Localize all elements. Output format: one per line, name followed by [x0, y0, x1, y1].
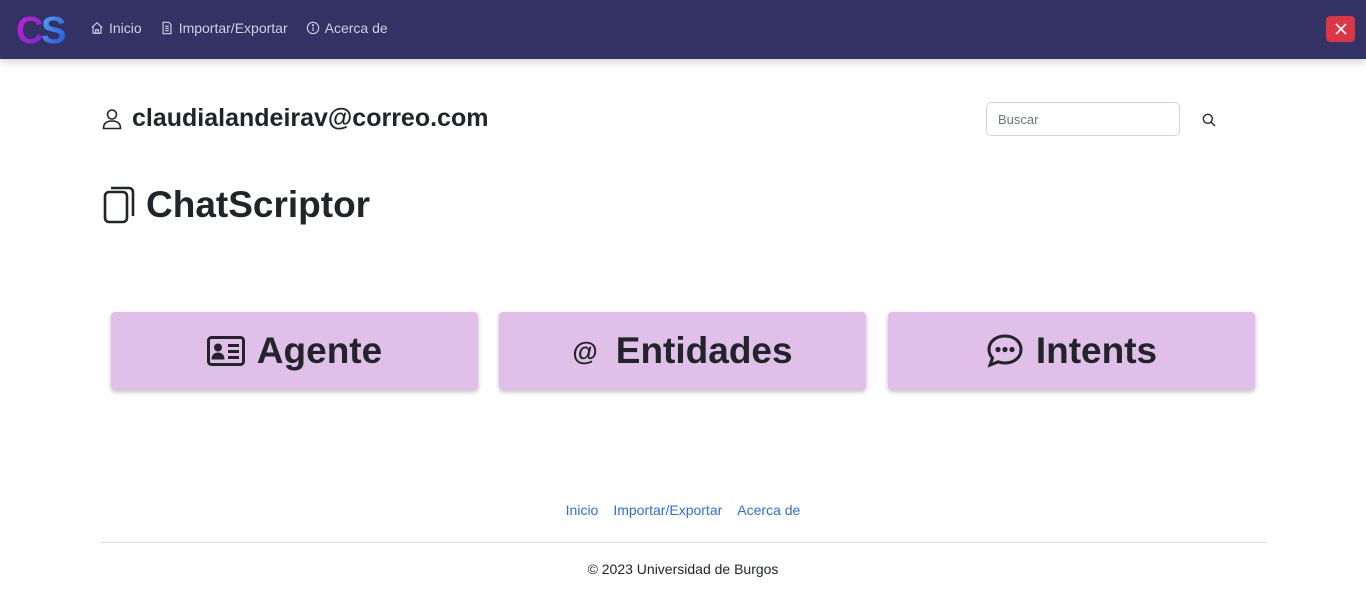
home-icon — [91, 21, 103, 34]
nav-link-importar-exportar[interactable]: Importar/Exportar — [160, 20, 288, 36]
logo-icon: C S — [16, 10, 66, 52]
footer-link-acerca-de[interactable]: Acerca de — [737, 502, 800, 518]
top-navbar: C S Inicio Importar/Exportar Acerca de — [0, 0, 1366, 59]
agente-card[interactable]: Agente — [111, 312, 478, 390]
nav-link-inicio[interactable]: Inicio — [90, 20, 142, 36]
copyright-text: © 2023 Universidad de Burgos — [587, 561, 779, 577]
user-email: claudialandeirav@correo.com — [132, 104, 489, 132]
intents-card[interactable]: Intents — [888, 312, 1255, 390]
info-icon — [306, 21, 319, 35]
card-label: Intents — [1035, 330, 1158, 371]
footer-nav: Inicio Importar/Exportar Acerca de — [0, 502, 1366, 518]
brand-header: ChatScriptor — [102, 184, 370, 226]
close-button[interactable] — [1326, 16, 1355, 42]
at-icon: @ — [572, 335, 598, 366]
entidades-card[interactable]: @ Entidades — [499, 312, 866, 390]
search-icon — [1202, 113, 1216, 127]
search-button[interactable] — [1199, 110, 1219, 130]
file-icon — [162, 21, 172, 35]
files-icon — [103, 186, 135, 224]
app-logo[interactable]: C S — [16, 10, 76, 52]
nav-link-label: Acerca de — [324, 20, 388, 36]
nav-link-label: Importar/Exportar — [178, 20, 288, 36]
chat-dots-icon — [987, 334, 1023, 368]
id-card-icon — [206, 336, 245, 366]
page-title: ChatScriptor — [146, 184, 371, 225]
svg-text:C: C — [16, 10, 43, 50]
nav-link-label: Inicio — [109, 20, 142, 36]
person-icon — [102, 108, 122, 129]
user-header: claudialandeirav@correo.com — [102, 104, 488, 133]
card-label: Agente — [256, 330, 383, 371]
close-icon — [1334, 23, 1347, 35]
card-label: Entidades — [615, 330, 793, 371]
svg-text:S: S — [41, 10, 66, 50]
nav-link-acerca-de[interactable]: Acerca de — [306, 20, 388, 36]
search-input[interactable] — [986, 102, 1180, 136]
footer-divider — [100, 542, 1267, 543]
footer-link-inicio[interactable]: Inicio — [566, 502, 599, 518]
footer-link-importar-exportar[interactable]: Importar/Exportar — [613, 502, 722, 518]
